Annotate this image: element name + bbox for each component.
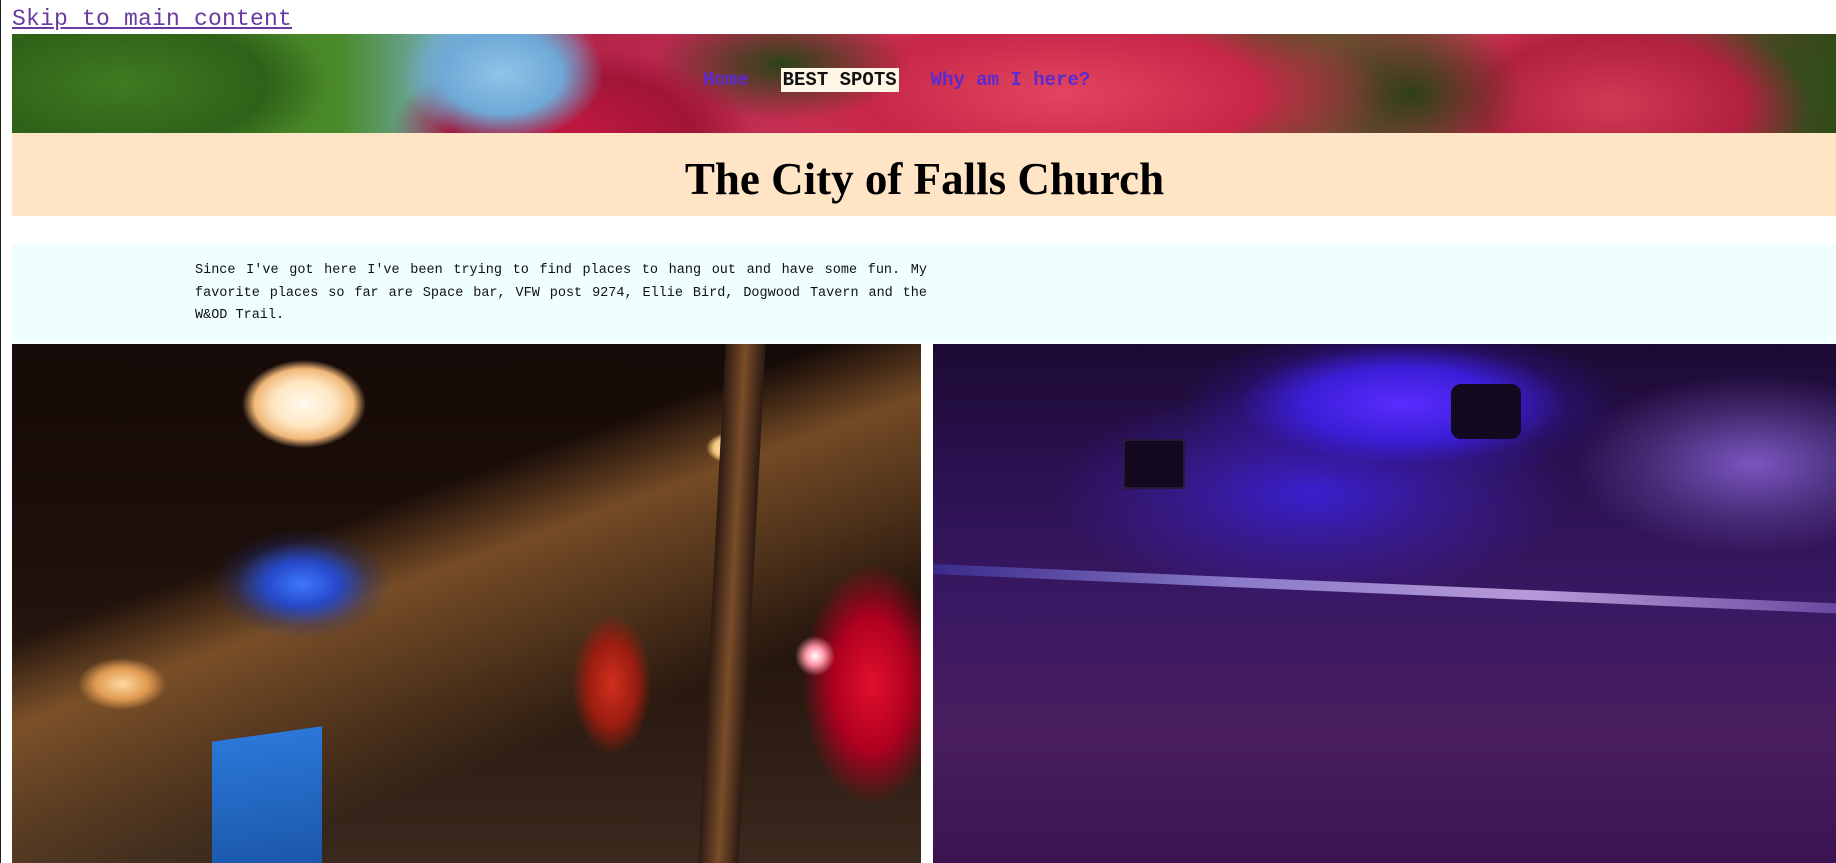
main-nav: Home BEST SPOTS Why am I here? — [701, 68, 1092, 92]
title-band: The City of Falls Church — [12, 133, 1836, 216]
intro-paragraph: Since I've got here I've been trying to … — [195, 263, 927, 323]
nav-best-spots-link[interactable]: BEST SPOTS — [780, 68, 899, 92]
photo-detail — [698, 344, 766, 863]
photo-detail — [212, 726, 322, 863]
skip-to-main-link[interactable]: Skip to main content — [12, 6, 292, 32]
intro-section: Since I've got here I've been trying to … — [12, 244, 1836, 343]
photo-detail — [1123, 439, 1185, 489]
photo-detail — [1451, 384, 1521, 439]
nav-why-am-i-here-link[interactable]: Why am I here? — [929, 68, 1093, 92]
bar-interior-photo — [12, 344, 921, 863]
page-title: The City of Falls Church — [684, 154, 1165, 204]
photo-detail — [933, 564, 1836, 614]
nav-home-link[interactable]: Home — [701, 68, 751, 92]
hall-ceiling-photo — [933, 344, 1836, 863]
